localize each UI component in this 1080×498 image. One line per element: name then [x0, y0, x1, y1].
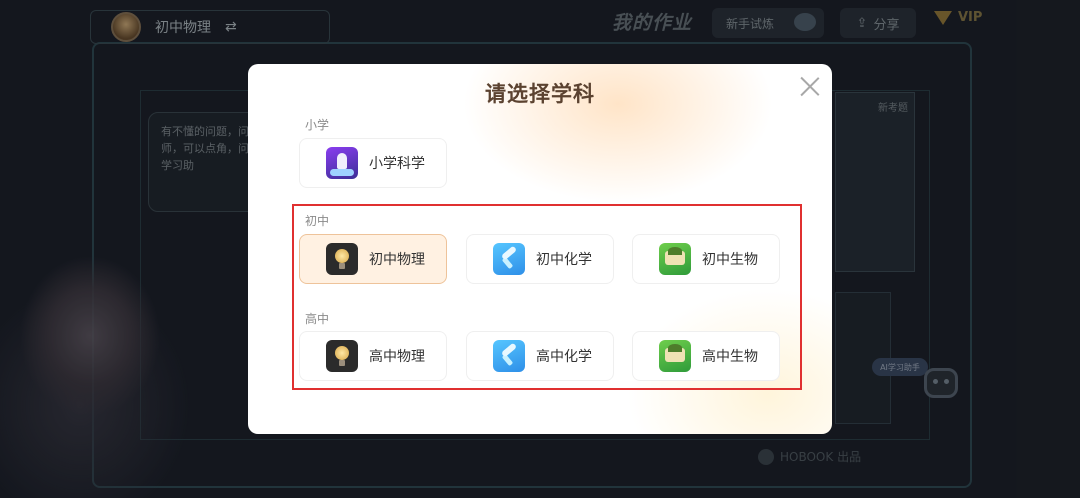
annotation-highlight-box	[292, 204, 802, 390]
dialog-title: 请选择学科	[485, 82, 595, 106]
close-icon[interactable]	[800, 76, 820, 96]
science-icon	[326, 147, 358, 179]
subject-name: 小学科学	[369, 156, 425, 172]
subject-card-primary-science[interactable]: 小学科学	[299, 138, 447, 188]
section-label-primary: 小学	[305, 118, 330, 132]
